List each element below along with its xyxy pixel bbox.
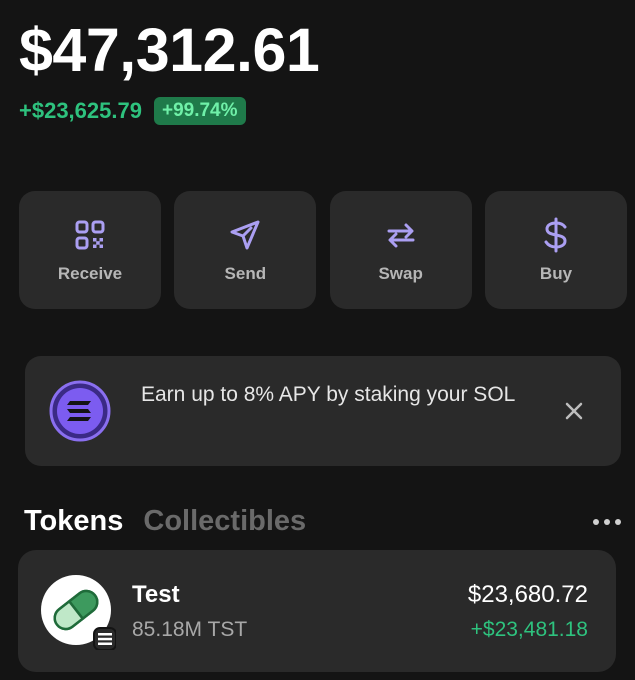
- swap-icon: [381, 215, 421, 255]
- balance-change-percent-badge: +99.74%: [153, 97, 246, 125]
- action-buttons: Receive Send Swap Buy: [19, 191, 627, 309]
- more-dots-icon[interactable]: [592, 515, 622, 527]
- token-change: +$23,481.18: [470, 618, 588, 641]
- token-value: $23,680.72: [467, 581, 588, 608]
- send-button[interactable]: Send: [174, 191, 317, 309]
- total-balance: $47,312.61: [19, 16, 320, 84]
- close-icon[interactable]: [563, 400, 585, 422]
- swap-button[interactable]: Swap: [329, 191, 472, 309]
- buy-button[interactable]: Buy: [484, 191, 627, 309]
- balance-change-amount: +$23,625.79: [19, 98, 142, 123]
- buy-label: Buy: [539, 264, 573, 283]
- staking-banner[interactable]: Earn up to 8% APY by staking your SOL: [25, 356, 621, 466]
- swap-label: Swap: [378, 264, 423, 283]
- solana-icon: [49, 380, 111, 442]
- receive-label: Receive: [57, 264, 123, 283]
- qr-code-icon: [70, 215, 110, 255]
- token-name: Test: [132, 581, 180, 608]
- tab-collectibles[interactable]: Collectibles: [143, 503, 306, 539]
- wallet-home: $47,312.61 +$23,625.79 +99.74% Receive S…: [0, 0, 635, 680]
- token-quantity: 85.18M TST: [132, 618, 248, 641]
- send-label: Send: [224, 264, 267, 283]
- send-icon: [225, 215, 265, 255]
- staking-banner-text: Earn up to 8% APY by staking your SOL: [141, 383, 516, 406]
- dollar-icon: [536, 215, 576, 255]
- asset-tabs: Tokens Collectibles: [24, 503, 306, 539]
- tab-tokens[interactable]: Tokens: [24, 503, 123, 539]
- receive-button[interactable]: Receive: [19, 191, 161, 309]
- pill-token-icon: [40, 574, 117, 651]
- token-row[interactable]: Test 85.18M TST $23,680.72 +$23,481.18: [18, 550, 616, 672]
- balance-change-row: +$23,625.79 +99.74%: [19, 97, 246, 125]
